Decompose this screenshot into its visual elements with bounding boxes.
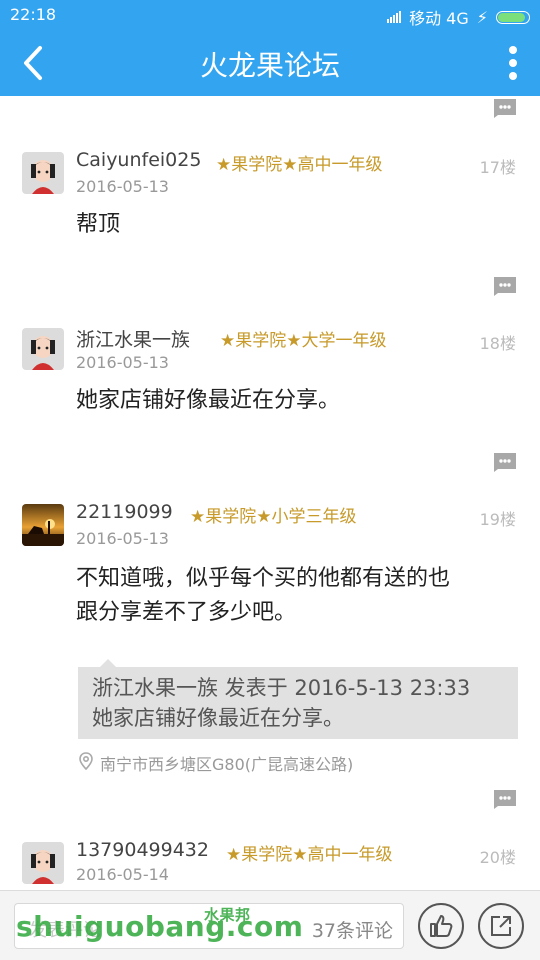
floor-number: 20楼	[479, 848, 516, 867]
signal-icon	[387, 11, 402, 23]
location-text: 南宁市西乡塘区G80(广昆高速公路)	[100, 755, 354, 774]
quote-text: 她家店铺好像最近在分享。	[92, 706, 344, 730]
post-content: 她家店铺好像最近在分享。	[76, 388, 341, 413]
comment-icon[interactable]	[492, 276, 518, 296]
share-icon[interactable]	[478, 903, 524, 949]
avatar[interactable]	[22, 328, 64, 370]
floor-number: 18楼	[479, 334, 516, 353]
user-badge: ★果学院★小学三年级	[190, 507, 357, 527]
app-bar: 火龙果论坛	[0, 30, 540, 96]
post-date: 2016-05-13	[76, 177, 169, 196]
status-icons: 移动 4G ⚡	[387, 5, 530, 29]
watermark-logo: shuiguobang.com 水果邦	[16, 906, 304, 943]
watermark-text: shuiguobang.com	[16, 910, 304, 943]
post-content: 帮顶	[76, 212, 121, 237]
watermark-small-text: 水果邦	[204, 906, 251, 924]
battery-icon	[496, 10, 530, 24]
page-title: 火龙果论坛	[199, 49, 340, 82]
quoted-post: 浙江水果一族 发表于 2016-5-13 23:33 她家店铺好像最近在分享。	[78, 659, 518, 739]
username[interactable]: 浙江水果一族	[76, 325, 190, 352]
user-badge: ★果学院★大学一年级	[220, 331, 387, 351]
comment-count[interactable]: 37条评论	[312, 916, 393, 943]
floor-number: 19楼	[479, 510, 516, 529]
avatar[interactable]	[22, 842, 64, 884]
post-content-line: 跟分享差不了多少吧。	[76, 600, 297, 625]
quote-header: 浙江水果一族 发表于 2016-5-13 23:33	[92, 676, 471, 700]
location-pin-icon	[78, 752, 94, 774]
username[interactable]: 13790499432	[76, 839, 209, 861]
floor-number: 17楼	[479, 158, 516, 177]
username[interactable]: Caiyunfei025	[76, 149, 201, 171]
post-content: 不知道哦，似乎每个买的他都有送的也 跟分享差不了多少吧。	[76, 562, 500, 630]
user-badge: ★果学院★高中一年级	[216, 155, 383, 175]
post-location: 南宁市西乡塘区G80(广昆高速公路)	[78, 751, 353, 775]
charging-icon: ⚡	[476, 7, 488, 27]
comment-icon[interactable]	[492, 789, 518, 809]
comment-icon[interactable]	[492, 452, 518, 472]
avatar[interactable]	[22, 504, 64, 546]
more-vertical-icon[interactable]	[506, 44, 520, 82]
comment-icon[interactable]	[492, 98, 518, 118]
username[interactable]: 22119099	[76, 501, 173, 523]
status-time: 22:18	[10, 5, 57, 24]
post-date: 2016-05-14	[76, 865, 169, 884]
thumbs-up-icon[interactable]	[418, 903, 464, 949]
post-date: 2016-05-13	[76, 529, 169, 548]
carrier-label: 移动 4G	[409, 9, 469, 28]
post-content-line: 不知道哦，似乎每个买的他都有送的也	[76, 566, 451, 591]
post-date: 2016-05-13	[76, 353, 169, 372]
status-bar: 22:18 移动 4G ⚡	[0, 0, 540, 30]
user-badge: ★果学院★高中一年级	[226, 845, 393, 865]
avatar[interactable]	[22, 152, 64, 194]
